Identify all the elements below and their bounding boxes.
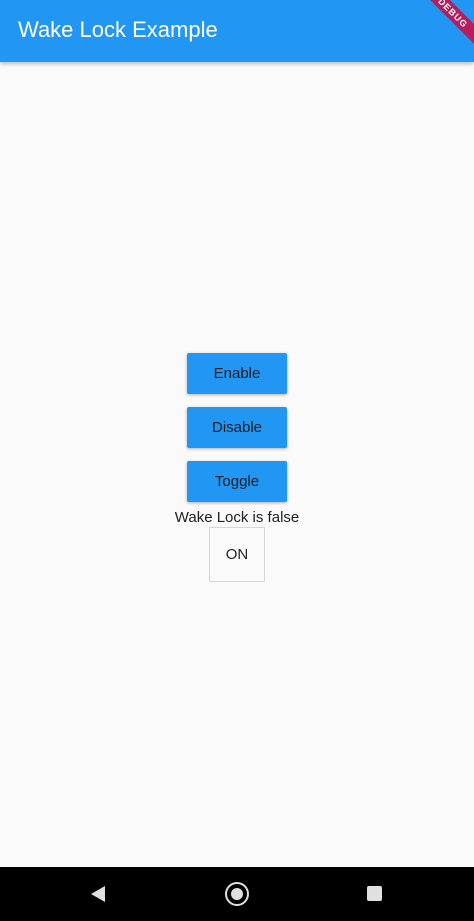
- recent-apps-icon[interactable]: [367, 886, 382, 901]
- app-bar-title: Wake Lock Example: [18, 17, 218, 42]
- on-indicator-box: ON: [209, 527, 265, 582]
- toggle-button[interactable]: Toggle: [187, 461, 287, 502]
- enable-button[interactable]: Enable: [187, 353, 287, 394]
- app-bar: Wake Lock Example DEBUG: [0, 0, 474, 62]
- system-navigation-bar: [0, 867, 474, 921]
- main-content: Enable Disable Toggle Wake Lock is false…: [0, 62, 474, 867]
- home-icon[interactable]: [225, 882, 249, 906]
- on-indicator-label: ON: [225, 546, 249, 563]
- disable-button[interactable]: Disable: [187, 407, 287, 448]
- back-icon[interactable]: [91, 886, 105, 902]
- wake-lock-status: Wake Lock is false: [174, 509, 300, 526]
- debug-banner: DEBUG: [409, 0, 474, 57]
